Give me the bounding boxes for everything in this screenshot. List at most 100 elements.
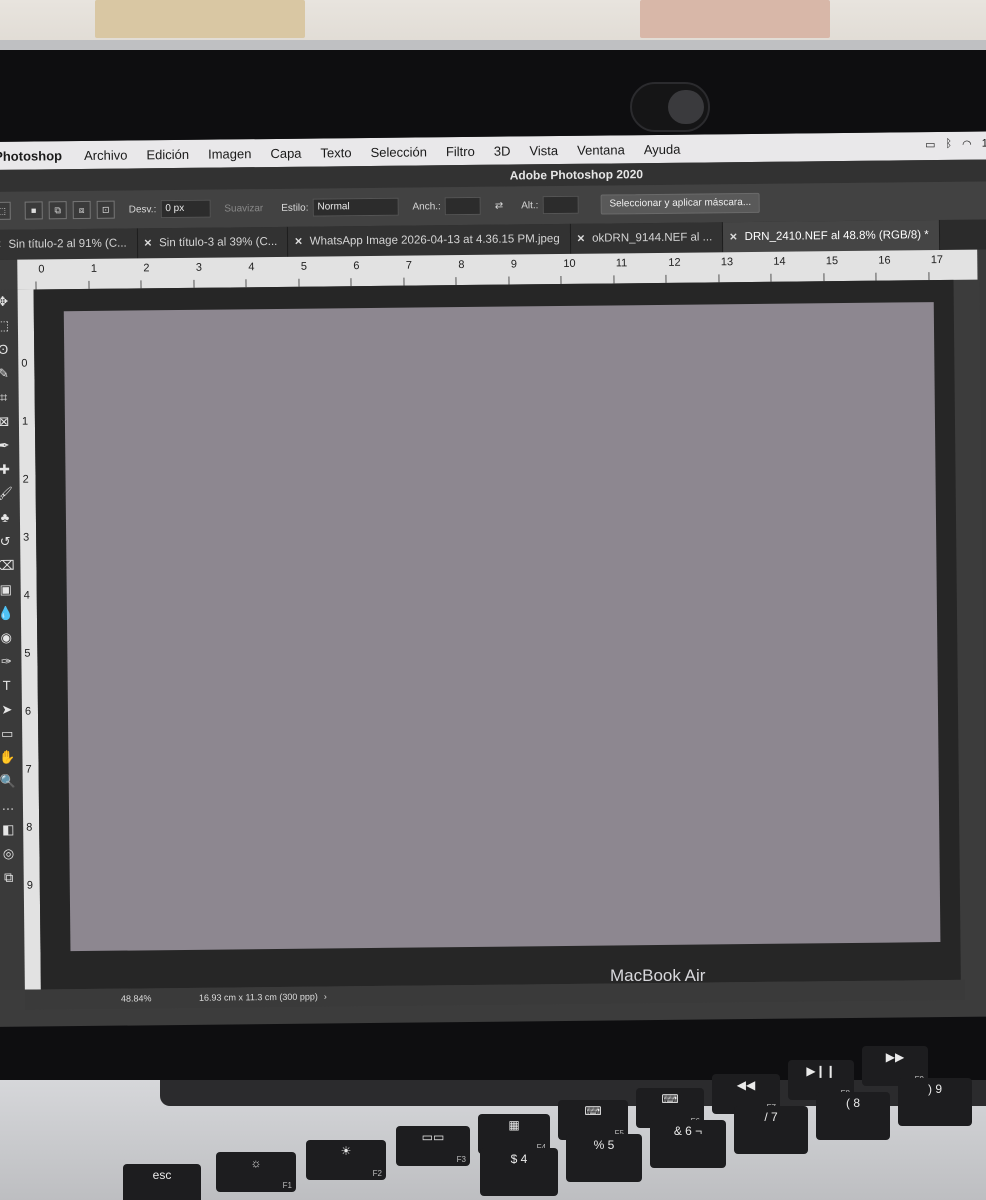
tab-label: Sin título-2 al 91% (C... — [8, 237, 127, 251]
menu-archivo[interactable]: Archivo — [84, 147, 128, 162]
quick-mask-icon[interactable]: ◎ — [0, 842, 24, 866]
marquee-tool-icon[interactable]: ⬚ — [0, 201, 11, 220]
canvas-workspace[interactable] — [33, 279, 961, 990]
blur-tool-icon[interactable]: 💧 — [0, 602, 21, 626]
edit-toolbar-icon[interactable]: … — [0, 794, 23, 818]
key-f1[interactable]: ☼ F1 — [216, 1152, 296, 1192]
dodge-tool-icon[interactable]: ◉ — [0, 626, 21, 650]
subtract-selection-icon[interactable]: ⧈ — [72, 200, 91, 220]
menu-3d[interactable]: 3D — [494, 143, 511, 158]
key-f2[interactable]: ☀ F2 — [306, 1140, 386, 1180]
select-and-mask-button[interactable]: Seleccionar y aplicar máscara... — [600, 192, 761, 215]
zoom-level[interactable]: 48.84% — [121, 993, 199, 1003]
key-9[interactable]: ) 9 — [898, 1078, 972, 1126]
key-7[interactable]: / 7 — [734, 1106, 808, 1154]
gradient-tool-icon[interactable]: ▣ — [0, 578, 21, 602]
close-icon[interactable]: ✕ — [144, 238, 153, 249]
bluetooth-icon[interactable]: ᛒ — [945, 138, 952, 151]
libraries-icon[interactable]: ▤ — [980, 281, 986, 313]
quick-select-tool-icon[interactable]: ✎ — [0, 362, 19, 386]
eraser-tool-icon[interactable]: ⌫ — [0, 554, 21, 578]
menu-filtro[interactable]: Filtro — [446, 143, 475, 158]
ruler-top-label: 3 — [195, 261, 203, 274]
key-8[interactable]: ( 8 — [816, 1092, 890, 1140]
key-4[interactable]: $ 4 — [480, 1148, 558, 1196]
pen-tool-icon[interactable]: ✑ — [0, 650, 22, 674]
new-selection-icon[interactable]: ■ — [24, 201, 43, 220]
adjustments-icon[interactable]: ☰ — [981, 377, 986, 409]
frame-tool-icon[interactable]: ⊠ — [0, 410, 19, 434]
menu-imagen[interactable]: Imagen — [208, 146, 252, 161]
ruler-left-label: 0 — [21, 357, 28, 370]
character-icon[interactable]: A| — [981, 441, 986, 473]
tab-label: WhatsApp Image 2026-04-13 at 4.36.15 PM.… — [309, 232, 560, 248]
key-6[interactable]: & 6 ¬ — [650, 1120, 726, 1168]
style-select[interactable]: Normal — [312, 197, 399, 217]
antialias-checkbox[interactable]: Suavizar — [224, 203, 263, 214]
info-icon[interactable]: ⓘ — [980, 313, 986, 345]
close-icon[interactable]: ✕ — [294, 236, 303, 247]
intersect-selection-icon[interactable]: ⊡ — [96, 200, 115, 219]
width-input[interactable] — [444, 196, 481, 216]
app-menu[interactable]: Photoshop — [0, 148, 62, 164]
tab-document-3[interactable]: ✕ WhatsApp Image 2026-04-13 at 4.36.15 PM… — [288, 223, 571, 257]
eyedropper-tool-icon[interactable]: ✒ — [0, 434, 19, 458]
ruler-top-label: 5 — [300, 260, 308, 273]
screen-mode-icon[interactable]: ⧉ — [0, 866, 24, 890]
document-info[interactable]: 16.93 cm x 11.3 cm (300 ppp) — [199, 992, 318, 1003]
key-5[interactable]: % 5 — [566, 1134, 642, 1182]
battery-label[interactable]: 100 — [982, 137, 986, 150]
airplay-icon[interactable]: ▭ — [925, 138, 936, 151]
ruler-left-label: 6 — [24, 705, 32, 718]
add-selection-icon[interactable]: ⧉ — [48, 201, 67, 220]
crop-tool-icon[interactable]: ⌗ — [0, 386, 19, 410]
menu-ayuda[interactable]: Ayuda — [644, 141, 681, 156]
height-input[interactable] — [542, 195, 579, 215]
history-icon[interactable]: ⟲ — [982, 505, 986, 537]
tab-document-2[interactable]: ✕ Sin título-3 al 39% (C... — [137, 226, 289, 259]
path-select-tool-icon[interactable]: ➤ — [0, 698, 22, 722]
ruler-left-label: 9 — [26, 879, 33, 892]
hand-tool-icon[interactable]: ✋ — [0, 746, 23, 770]
marquee-tool-icon[interactable]: ⬚ — [0, 314, 18, 338]
tab-document-1[interactable]: ✕ Sin título-2 al 91% (C... — [0, 228, 138, 260]
key-esc[interactable]: esc — [123, 1164, 201, 1200]
paragraph-icon[interactable]: ¶ — [982, 473, 986, 505]
tab-document-4[interactable]: ✕ okDRN_9144.NEF al ... — [570, 222, 724, 254]
color-swatches-icon[interactable]: ◧ — [0, 818, 23, 842]
close-icon[interactable]: ✕ — [577, 233, 586, 244]
menu-texto[interactable]: Texto — [320, 145, 351, 160]
layers-icon[interactable]: ◈ — [980, 345, 986, 377]
properties-icon[interactable]: ≣ — [981, 409, 986, 441]
healing-tool-icon[interactable]: ✚ — [0, 458, 20, 482]
brush-tool-icon[interactable]: 🖌 — [0, 482, 20, 506]
shape-tool-icon[interactable]: ▭ — [0, 722, 22, 746]
wifi-icon[interactable]: ◠ — [962, 138, 972, 151]
ruler-top-tick — [350, 278, 352, 287]
close-icon[interactable]: ✕ — [0, 239, 2, 250]
status-area: ▭ ᛒ ◠ 100 — [925, 137, 986, 151]
play-icon[interactable]: ▶ — [979, 249, 986, 281]
ruler-top-label: 1 — [90, 262, 98, 275]
tab-document-5-active[interactable]: ✕ DRN_2410.NEF al 48.8% (RGB/8) * — [723, 220, 940, 253]
clone-stamp-tool-icon[interactable]: ♣ — [0, 506, 20, 530]
move-tool-icon[interactable]: ✥ — [0, 290, 18, 314]
menu-seleccion[interactable]: Selección — [370, 144, 427, 160]
menu-vista[interactable]: Vista — [529, 143, 558, 158]
feather-input[interactable]: 0 px — [160, 199, 211, 219]
document-canvas[interactable] — [63, 302, 941, 952]
close-icon[interactable]: ✕ — [729, 232, 738, 243]
type-tool-icon[interactable]: T — [0, 674, 22, 698]
menu-capa[interactable]: Capa — [270, 145, 301, 160]
chevron-right-icon[interactable]: › — [324, 991, 327, 1001]
history-brush-tool-icon[interactable]: ↺ — [0, 530, 20, 554]
menu-edicion[interactable]: Edición — [146, 146, 189, 161]
laptop-brand-label: MacBook Air — [610, 966, 706, 985]
ruler-top-tick — [612, 275, 615, 284]
key-f3[interactable]: ▭▭ F3 — [396, 1126, 470, 1166]
swap-icon[interactable]: ⇄ — [495, 200, 504, 211]
zoom-tool-icon[interactable]: 🔍 — [0, 770, 23, 794]
lasso-tool-icon[interactable]: ʘ — [0, 338, 18, 362]
menu-ventana[interactable]: Ventana — [577, 142, 625, 157]
ruler-top-label: 15 — [825, 255, 839, 268]
